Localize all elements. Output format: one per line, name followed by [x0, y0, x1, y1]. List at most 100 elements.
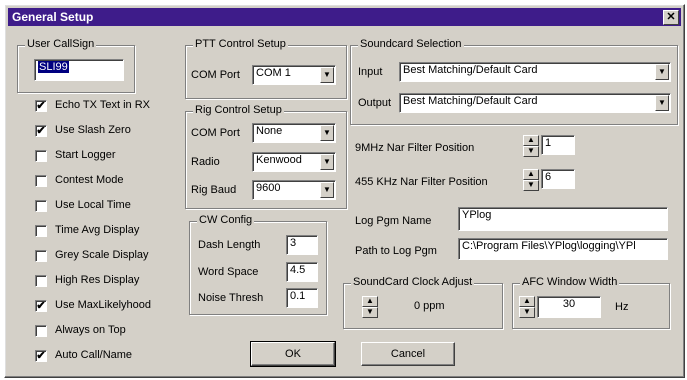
soundcard-legend: Soundcard Selection: [358, 38, 464, 50]
clock-adjust-legend: SoundCard Clock Adjust: [351, 276, 475, 288]
checkbox-box[interactable]: [35, 175, 47, 187]
mhz-filter-input[interactable]: 1: [541, 135, 575, 155]
callsign-input[interactable]: SLI99: [34, 59, 124, 81]
noise-thresh-value: 0.1: [290, 290, 306, 302]
afc-width-value: 30: [562, 298, 576, 310]
checkbox-box[interactable]: [35, 200, 47, 212]
checkbox-box[interactable]: [35, 275, 47, 287]
log-pgm-name-label: Log Pgm Name: [355, 215, 432, 227]
rig-radio-label: Radio: [191, 156, 220, 168]
spin-down-icon[interactable]: ▼: [362, 307, 378, 318]
rig-com-port-select[interactable]: None ▼: [252, 123, 336, 143]
input-label: Input: [358, 66, 383, 78]
khz-filter-value: 6: [545, 171, 552, 183]
check-icon: ✔: [36, 100, 46, 112]
checkbox-box[interactable]: [35, 225, 47, 237]
word-space-value: 4.5: [290, 264, 306, 276]
spin-down-icon[interactable]: ▼: [519, 307, 535, 318]
cancel-button[interactable]: Cancel: [361, 342, 455, 366]
close-icon[interactable]: ✕: [663, 10, 679, 25]
input-device-select[interactable]: Best Matching/Default Card ▼: [399, 62, 671, 82]
user-callsign-legend: User CallSign: [25, 38, 97, 50]
checkbox-label: Use Local Time: [55, 199, 131, 211]
clock-adjust-group: SoundCard Clock Adjust ▲ ▼ 0 ppm: [343, 276, 503, 329]
user-callsign-group: User CallSign SLI99: [17, 38, 135, 93]
rig-control-group: Rig Control Setup COM Port None ▼ Radio …: [185, 104, 347, 209]
window-title: General Setup: [12, 10, 94, 24]
ptt-com-port-value: COM 1: [256, 67, 291, 79]
ptt-com-port-label: COM Port: [191, 69, 240, 81]
rig-baud-label: Rig Baud: [191, 184, 237, 196]
checkbox-box[interactable]: [35, 150, 47, 162]
rig-com-port-value: None: [256, 125, 283, 137]
spin-up-icon[interactable]: ▲: [519, 296, 535, 307]
spin-up-icon[interactable]: ▲: [523, 169, 539, 180]
output-label: Output: [358, 97, 392, 109]
chevron-down-icon[interactable]: ▼: [320, 67, 334, 83]
checkbox-label: Time Avg Display: [55, 224, 140, 236]
ptt-com-port-select[interactable]: COM 1 ▼: [252, 65, 336, 85]
spin-down-icon[interactable]: ▼: [523, 180, 539, 191]
mhz-filter-spinner[interactable]: ▲ ▼: [523, 135, 539, 157]
title-bar[interactable]: General Setup ✕: [8, 8, 681, 26]
checkbox-box[interactable]: [35, 325, 47, 337]
dash-length-input[interactable]: 3: [286, 235, 318, 255]
checkbox-box[interactable]: ✔: [35, 300, 47, 312]
word-space-label: Word Space: [198, 266, 259, 278]
checkbox-label: Always on Top: [55, 324, 126, 336]
mhz-filter-value: 1: [545, 137, 552, 149]
checkbox-label: Start Logger: [55, 149, 116, 161]
check-icon: ✔: [36, 350, 46, 362]
spin-up-icon[interactable]: ▲: [362, 296, 378, 307]
chevron-down-icon[interactable]: ▼: [655, 64, 669, 80]
checkbox-label: Grey Scale Display: [55, 249, 149, 261]
input-device-value: Best Matching/Default Card: [403, 64, 538, 76]
log-pgm-name-input[interactable]: YPlog: [458, 207, 668, 231]
check-icon: ✔: [36, 300, 46, 312]
checkbox-label: High Res Display: [55, 274, 140, 286]
log-pgm-path-input[interactable]: C:\Program Files\YPlog\logging\YPl: [458, 238, 668, 260]
checkbox-box[interactable]: ✔: [35, 125, 47, 137]
rig-radio-select[interactable]: Kenwood ▼: [252, 152, 336, 172]
general-setup-dialog: General Setup ✕ User CallSign SLI99 ✔ Ec…: [4, 4, 685, 378]
output-device-select[interactable]: Best Matching/Default Card ▼: [399, 93, 671, 113]
khz-filter-spinner[interactable]: ▲ ▼: [523, 169, 539, 191]
chevron-down-icon[interactable]: ▼: [655, 95, 669, 111]
log-pgm-name-value: YPlog: [462, 209, 492, 221]
khz-filter-label: 455 KHz Nar Filter Position: [355, 176, 488, 188]
check-icon: ✔: [36, 125, 46, 137]
rig-radio-value: Kenwood: [256, 154, 302, 166]
spin-down-icon[interactable]: ▼: [523, 146, 539, 157]
rig-com-port-label: COM Port: [191, 127, 240, 139]
output-device-value: Best Matching/Default Card: [403, 95, 538, 107]
spin-up-icon[interactable]: ▲: [523, 135, 539, 146]
afc-width-input[interactable]: 30: [537, 296, 601, 318]
cw-legend: CW Config: [197, 214, 255, 226]
clock-adjust-spinner[interactable]: ▲ ▼: [362, 296, 378, 318]
noise-thresh-label: Noise Thresh: [198, 292, 264, 304]
checkbox-box[interactable]: [35, 250, 47, 262]
checkbox-label: Auto Call/Name: [55, 349, 133, 361]
checkbox-label: Echo TX Text in RX: [55, 99, 150, 111]
dash-length-value: 3: [290, 237, 297, 249]
checkbox-box[interactable]: ✔: [35, 350, 47, 362]
cw-config-group: CW Config Dash Length 3 Word Space 4.5 N…: [189, 214, 327, 315]
rig-baud-value: 9600: [256, 182, 281, 194]
ptt-control-group: PTT Control Setup COM Port COM 1 ▼: [185, 38, 347, 99]
soundcard-group: Soundcard Selection Input Best Matching/…: [350, 38, 678, 125]
rig-legend: Rig Control Setup: [193, 104, 284, 116]
chevron-down-icon[interactable]: ▼: [320, 154, 334, 170]
ok-button[interactable]: OK: [250, 341, 336, 367]
log-pgm-path-label: Path to Log Pgm: [355, 245, 437, 257]
rig-baud-select[interactable]: 9600 ▼: [252, 180, 336, 200]
checkbox-box[interactable]: ✔: [35, 100, 47, 112]
chevron-down-icon[interactable]: ▼: [320, 182, 334, 198]
khz-filter-input[interactable]: 6: [541, 169, 575, 189]
afc-legend: AFC Window Width: [520, 276, 620, 288]
word-space-input[interactable]: 4.5: [286, 262, 318, 282]
callsign-value: SLI99: [38, 61, 69, 73]
chevron-down-icon[interactable]: ▼: [320, 125, 334, 141]
noise-thresh-input[interactable]: 0.1: [286, 288, 318, 308]
afc-unit: Hz: [615, 301, 629, 313]
afc-spinner[interactable]: ▲ ▼: [519, 296, 535, 318]
